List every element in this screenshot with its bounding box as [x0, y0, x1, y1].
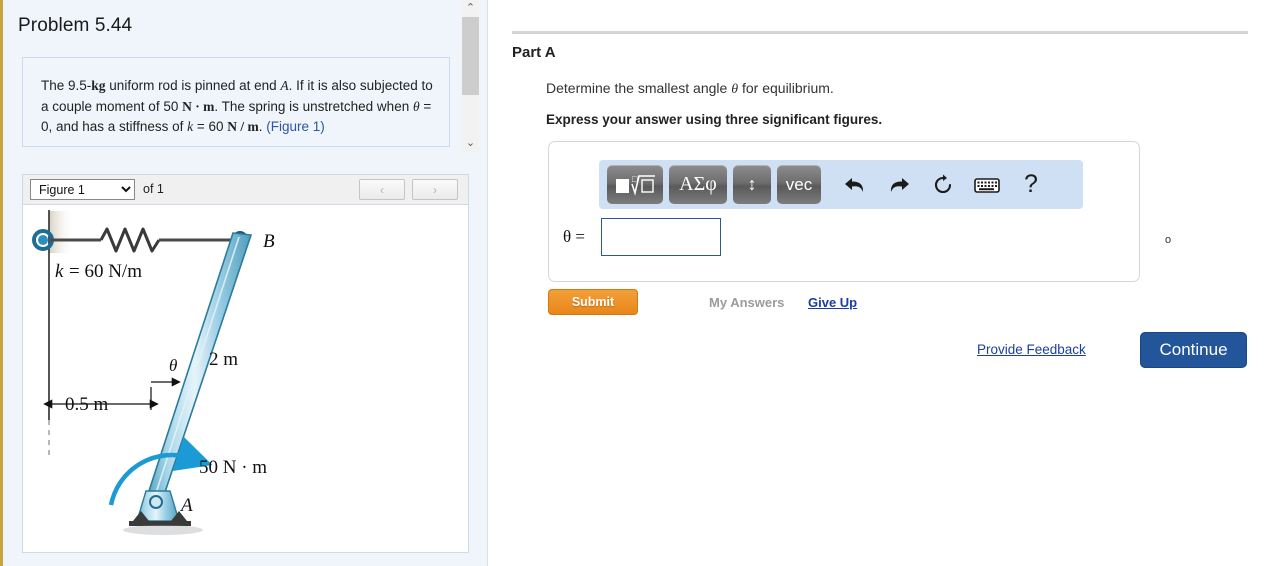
- submit-button[interactable]: Submit: [548, 289, 638, 315]
- figure-next-button[interactable]: ›: [412, 179, 458, 200]
- provide-feedback-link[interactable]: Provide Feedback: [977, 342, 1086, 357]
- scroll-up-arrow-icon[interactable]: ⌃: [462, 0, 479, 17]
- problem-statement-box: The 9.5-kg uniform rod is pinned at end …: [22, 57, 450, 147]
- math-toolbar: □ ΑΣφ ↕ vec ?: [599, 160, 1083, 209]
- page-root: Problem 5.44 The 9.5-kg uniform rod is p…: [0, 0, 1271, 566]
- unit-newton-meter: N · m: [182, 98, 215, 114]
- figure-spring-label: k: [55, 261, 64, 282]
- section-divider: [512, 31, 1248, 34]
- problem-scrollbar[interactable]: ⌃ ⌄: [462, 0, 479, 152]
- move-cursor-button[interactable]: ↕: [733, 165, 771, 204]
- question-pre: Determine the smallest angle: [546, 80, 732, 96]
- help-icon[interactable]: ?: [1009, 165, 1053, 205]
- my-answers-link[interactable]: My Answers: [709, 295, 784, 310]
- figure-point-b-label: B: [263, 231, 275, 252]
- text-part-6: = 60: [193, 119, 228, 134]
- undo-icon[interactable]: [833, 165, 877, 205]
- figure-prev-button[interactable]: ‹: [359, 179, 405, 200]
- answer-input[interactable]: [601, 218, 721, 256]
- reset-icon[interactable]: [921, 165, 965, 205]
- figure-moment-label: 50 N · m: [199, 457, 267, 478]
- give-up-link[interactable]: Give Up: [808, 295, 857, 310]
- answer-variable-label: θ =: [563, 227, 585, 246]
- figure-1-link[interactable]: (Figure 1): [266, 119, 325, 134]
- greek-letters-button[interactable]: ΑΣφ: [669, 165, 727, 204]
- figure-image: k = 60 N/m B 2 m θ 0.5 m 50 N · m A: [23, 205, 468, 552]
- question-post: for equilibrium.: [738, 80, 834, 96]
- page-title: Problem 5.44: [18, 15, 133, 36]
- svg-text:= 60 N/m: = 60 N/m: [69, 261, 142, 282]
- text-part-2: uniform rod is pinned at end: [105, 78, 281, 93]
- unit-newton-per-meter: N / m: [227, 119, 259, 134]
- figure-count-label: of 1: [143, 182, 164, 196]
- answer-panel: Part A Determine the smallest angle θ fo…: [488, 0, 1271, 566]
- problem-panel: Problem 5.44 The 9.5-kg uniform rod is p…: [0, 0, 488, 566]
- theta-symbol-text: θ: [412, 98, 420, 114]
- question-text: Determine the smallest angle θ for equil…: [546, 80, 834, 98]
- keyboard-icon[interactable]: [965, 165, 1009, 205]
- answer-instruction: Express your answer using three signific…: [546, 112, 883, 127]
- figure-panel: Figure 1 of 1 ‹ › k = 60 N/m B 2 m θ 0.5…: [22, 174, 469, 553]
- figure-toolbar: Figure 1 of 1 ‹ ›: [23, 175, 468, 205]
- answer-card: □ ΑΣφ ↕ vec ? θ = o: [548, 141, 1171, 282]
- unit-kg: kg: [91, 78, 106, 93]
- figure-theta-label: θ: [169, 356, 177, 375]
- text-part-4: . The spring is unstretched when: [214, 98, 413, 114]
- redo-icon[interactable]: [877, 165, 921, 205]
- figure-offset-label: 0.5 m: [65, 394, 109, 415]
- answer-unit-label: o: [1165, 234, 1172, 246]
- part-title: Part A: [512, 44, 556, 61]
- vector-button[interactable]: vec: [777, 165, 821, 204]
- problem-statement-text: The 9.5-kg uniform rod is pinned at end …: [41, 76, 439, 138]
- figure-point-a-label: A: [179, 495, 193, 516]
- continue-button[interactable]: Continue: [1140, 332, 1247, 368]
- figure-length-label: 2 m: [209, 349, 238, 370]
- template-root-icon: □: [616, 174, 655, 196]
- scrollbar-thumb[interactable]: [462, 17, 479, 95]
- text-part-1: The 9.5-: [41, 78, 92, 93]
- scroll-down-arrow-icon[interactable]: ⌄: [462, 135, 479, 152]
- figure-select[interactable]: Figure 1: [30, 179, 135, 200]
- template-root-button[interactable]: □: [607, 165, 663, 204]
- point-a-ref: A: [280, 78, 289, 93]
